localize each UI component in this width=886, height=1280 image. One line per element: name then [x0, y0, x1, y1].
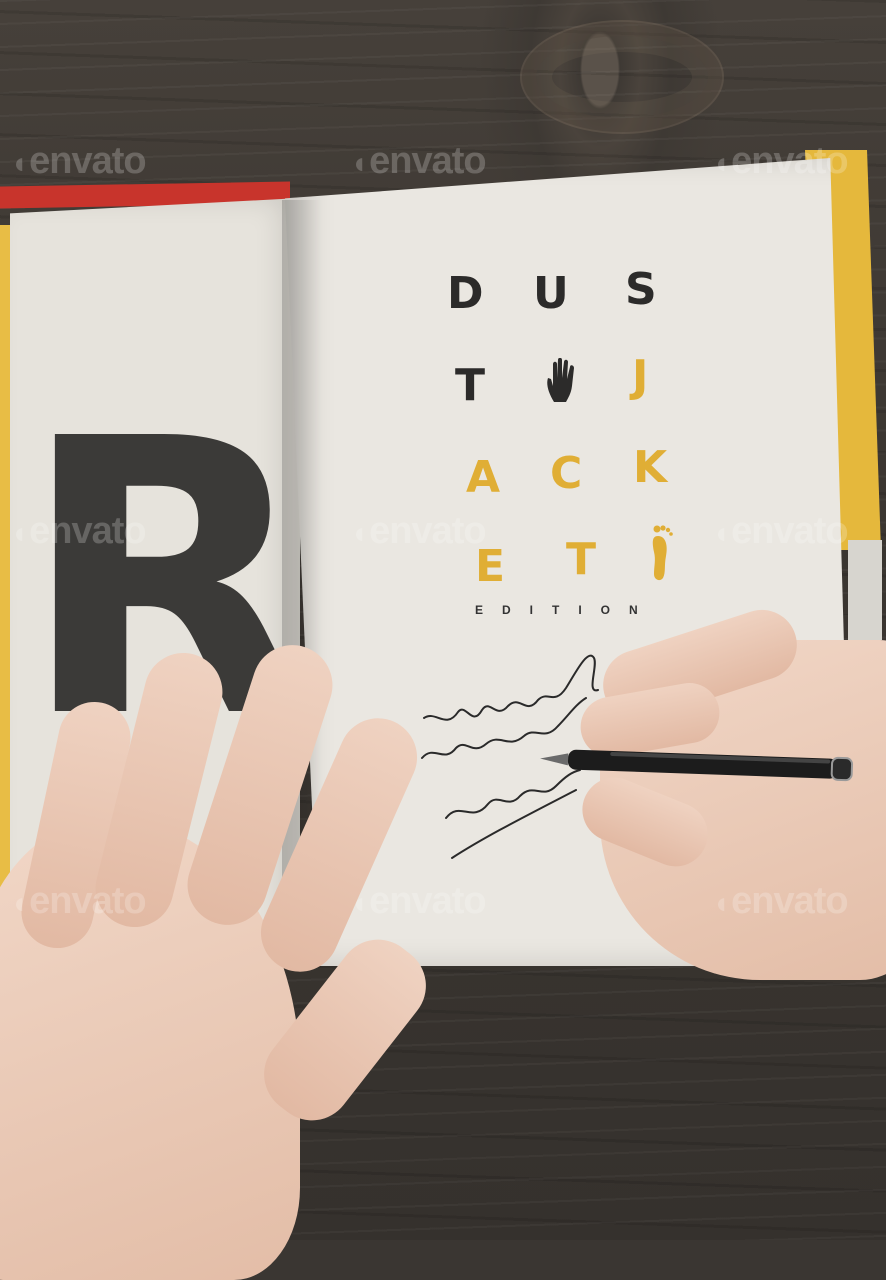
- watermark: envato: [350, 880, 486, 923]
- watermark: envato: [10, 880, 146, 923]
- watermark: envato: [712, 510, 848, 553]
- foot-icon: [652, 525, 673, 581]
- title-letter-t: T: [455, 360, 486, 411]
- title-letter-a: A: [466, 452, 501, 503]
- watermark: envato: [10, 510, 146, 553]
- title-letter-c: C: [550, 448, 583, 499]
- hand-icon: [547, 358, 574, 402]
- watermark: envato: [712, 140, 848, 183]
- title-letter-u: U: [533, 268, 569, 319]
- watermark: envato: [350, 140, 486, 183]
- book-cover-grey-right: [848, 540, 882, 640]
- title-letter-d: D: [447, 268, 484, 319]
- edition-label: EDITION: [475, 603, 657, 617]
- watermark: envato: [712, 880, 848, 923]
- wood-knot: [520, 20, 724, 134]
- title-letter-s: S: [625, 264, 657, 315]
- title-letter-t2: T: [566, 534, 597, 585]
- title-letter-k: K: [633, 442, 668, 493]
- title-letter-j: J: [632, 351, 649, 402]
- watermark: envato: [10, 140, 146, 183]
- watermark: envato: [350, 510, 486, 553]
